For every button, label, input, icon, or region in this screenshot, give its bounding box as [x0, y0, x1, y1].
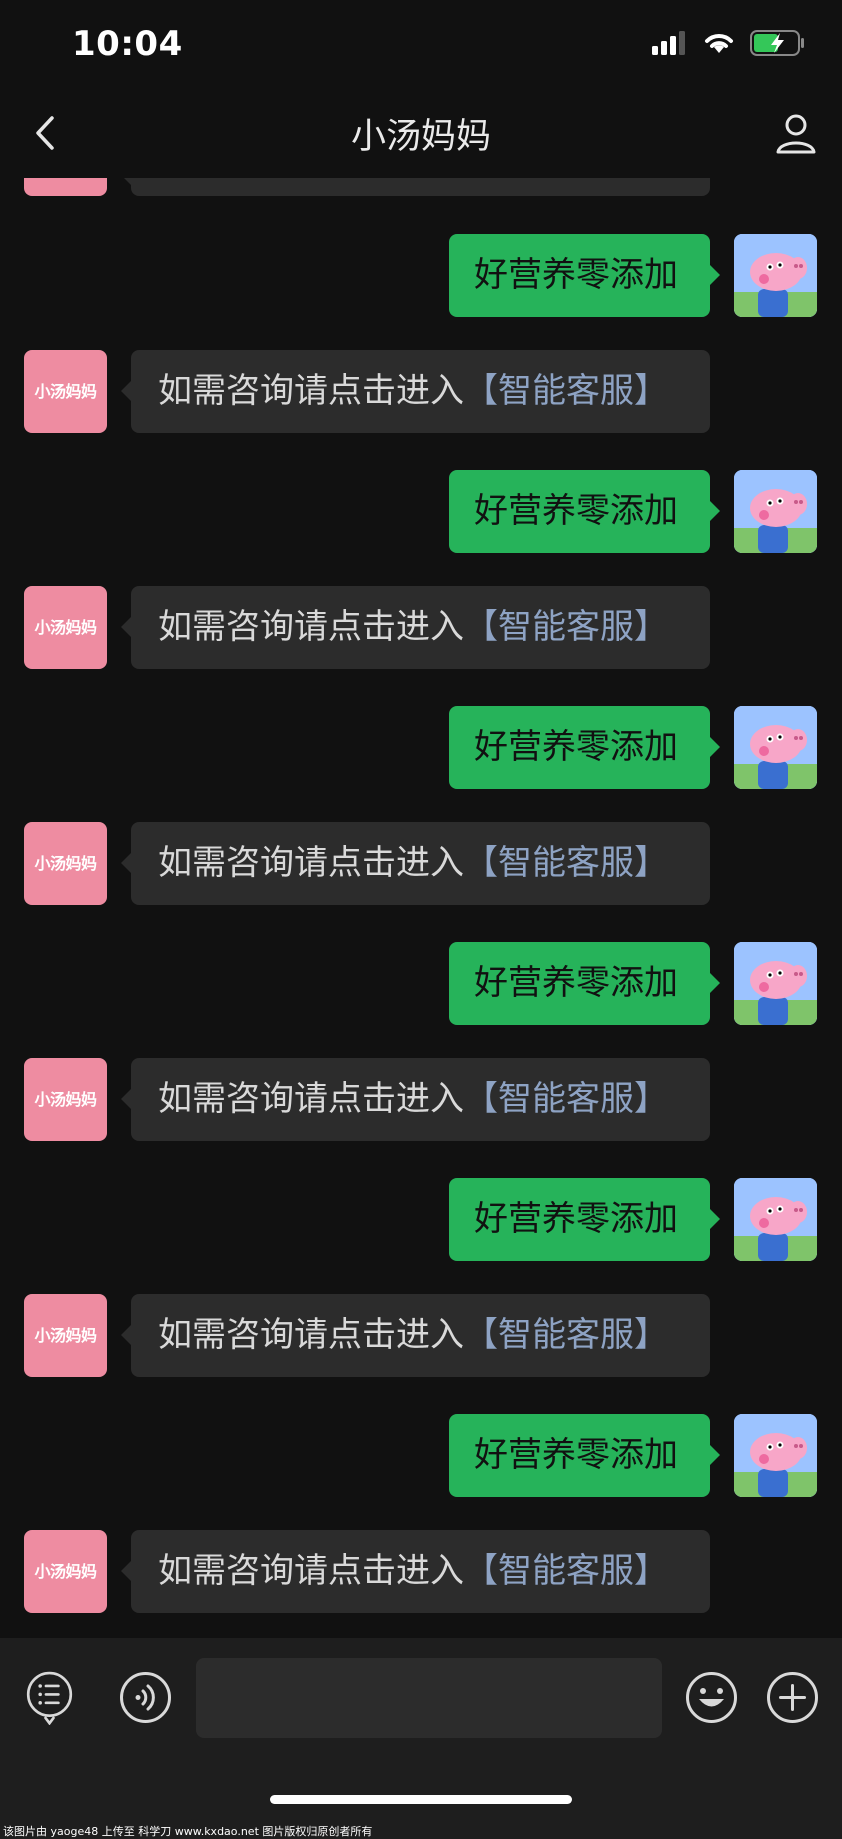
peppa-pig-avatar-icon — [734, 1178, 817, 1261]
watermark-text: 该图片由 yaoge48 上传至 科学刀 www.kxdao.net 图片版权归… — [3, 1825, 373, 1838]
my-avatar[interactable] — [734, 234, 817, 317]
chat-title: 小汤妈妈 — [350, 117, 491, 157]
message-row: 小汤妈妈 如需咨询请点击进入【智能客服】 — [0, 350, 842, 434]
peppa-pig-avatar-icon — [734, 234, 817, 317]
my-avatar[interactable] — [734, 1178, 817, 1261]
received-message-bubble[interactable]: 如需咨询请点击进入【智能客服】 — [121, 1294, 710, 1377]
person-icon[interactable] — [774, 112, 818, 156]
status-time: 10:04 — [72, 24, 183, 64]
message-text: 好营养零添加 — [474, 255, 678, 295]
sent-message-bubble[interactable]: 好营养零添加 — [449, 234, 720, 317]
contact-avatar[interactable]: 小汤妈妈 — [24, 1530, 107, 1613]
smart-service-link[interactable]: 【智能客服】 — [464, 843, 668, 883]
message-text: 好营养零添加 — [474, 727, 678, 767]
avatar-text: 小汤妈妈 — [34, 1562, 97, 1581]
contact-avatar[interactable]: 小汤妈妈 — [24, 1294, 107, 1377]
message-bubble-partial — [121, 178, 710, 196]
my-avatar[interactable] — [734, 706, 817, 789]
message-row: 好营养零添加 — [0, 1178, 842, 1262]
message-row: 小汤妈妈 如需咨询请点击进入【智能客服】 — [0, 1530, 842, 1614]
received-message-bubble[interactable]: 如需咨询请点击进入【智能客服】 — [121, 1058, 710, 1141]
smart-service-link[interactable]: 【智能客服】 — [464, 371, 668, 411]
smart-service-link[interactable]: 【智能客服】 — [464, 1315, 668, 1355]
message-text: 如需咨询请点击进入 — [158, 607, 464, 647]
contact-avatar[interactable]: 小汤妈妈 — [24, 586, 107, 669]
message-list[interactable]: 好营养零添加 小汤妈妈 如需咨询请点击进入【智能客服】 好营养零添加 小汤妈妈 … — [0, 178, 842, 1638]
message-text: 好营养零添加 — [474, 1435, 678, 1475]
peppa-pig-avatar-icon — [734, 942, 817, 1025]
received-message-bubble[interactable]: 如需咨询请点击进入【智能客服】 — [121, 350, 710, 433]
message-row: 小汤妈妈 如需咨询请点击进入【智能客服】 — [0, 822, 842, 906]
avatar-text: 小汤妈妈 — [34, 382, 97, 401]
message-text: 好营养零添加 — [474, 963, 678, 1003]
message-text: 好营养零添加 — [474, 1199, 678, 1239]
contact-avatar[interactable]: 小汤妈妈 — [24, 822, 107, 905]
cellular-signal-icon — [652, 31, 685, 55]
chat-header: 小汤妈妈 — [0, 90, 842, 178]
status-icons — [652, 30, 806, 56]
voice-icon[interactable] — [118, 1670, 173, 1725]
emoji-icon[interactable] — [684, 1670, 739, 1725]
message-text: 如需咨询请点击进入 — [158, 1079, 464, 1119]
my-avatar[interactable] — [734, 470, 817, 553]
message-text: 如需咨询请点击进入 — [158, 371, 464, 411]
input-bar — [0, 1638, 842, 1839]
message-row: 小汤妈妈 如需咨询请点击进入【智能客服】 — [0, 1294, 842, 1378]
contact-avatar[interactable]: 小汤妈妈 — [24, 1058, 107, 1141]
message-text: 如需咨询请点击进入 — [158, 843, 464, 883]
message-row: 好营养零添加 — [0, 942, 842, 1026]
sent-message-bubble[interactable]: 好营养零添加 — [449, 1414, 720, 1497]
received-message-bubble[interactable]: 如需咨询请点击进入【智能客服】 — [121, 1530, 710, 1613]
peppa-pig-avatar-icon — [734, 706, 817, 789]
avatar-text: 小汤妈妈 — [34, 854, 97, 873]
message-text: 如需咨询请点击进入 — [158, 1315, 464, 1355]
message-input[interactable] — [196, 1658, 662, 1738]
my-avatar[interactable] — [734, 942, 817, 1025]
message-row: 小汤妈妈 如需咨询请点击进入【智能客服】 — [0, 586, 842, 670]
message-row: 好营养零添加 — [0, 1414, 842, 1498]
smart-service-link[interactable]: 【智能客服】 — [464, 1551, 668, 1591]
plus-icon[interactable] — [765, 1670, 820, 1725]
received-message-bubble[interactable]: 如需咨询请点击进入【智能客服】 — [121, 586, 710, 669]
message-row: 好营养零添加 — [0, 706, 842, 790]
sent-message-bubble[interactable]: 好营养零添加 — [449, 470, 720, 553]
my-avatar[interactable] — [734, 1414, 817, 1497]
peppa-pig-avatar-icon — [734, 1414, 817, 1497]
wifi-icon — [705, 34, 733, 53]
sent-message-bubble[interactable]: 好营养零添加 — [449, 706, 720, 789]
received-message-bubble[interactable]: 如需咨询请点击进入【智能客服】 — [121, 822, 710, 905]
home-indicator[interactable] — [270, 1795, 572, 1804]
sent-message-bubble[interactable]: 好营养零添加 — [449, 1178, 720, 1261]
avatar-text: 小汤妈妈 — [34, 618, 97, 637]
menu-list-icon[interactable] — [22, 1670, 77, 1725]
message-row: 好营养零添加 — [0, 234, 842, 318]
message-row: 好营养零添加 — [0, 470, 842, 554]
contact-avatar[interactable] — [24, 178, 107, 196]
avatar-text: 小汤妈妈 — [34, 1090, 97, 1109]
peppa-pig-avatar-icon — [734, 470, 817, 553]
battery-charging-icon — [750, 30, 804, 56]
smart-service-link[interactable]: 【智能客服】 — [464, 1079, 668, 1119]
contact-avatar[interactable]: 小汤妈妈 — [24, 350, 107, 433]
smart-service-link[interactable]: 【智能客服】 — [464, 607, 668, 647]
avatar-text: 小汤妈妈 — [34, 1326, 97, 1345]
status-bar: 10:04 — [0, 0, 842, 90]
message-text: 如需咨询请点击进入 — [158, 1551, 464, 1591]
message-text: 好营养零添加 — [474, 491, 678, 531]
message-row: 小汤妈妈 如需咨询请点击进入【智能客服】 — [0, 1058, 842, 1142]
sent-message-bubble[interactable]: 好营养零添加 — [449, 942, 720, 1025]
